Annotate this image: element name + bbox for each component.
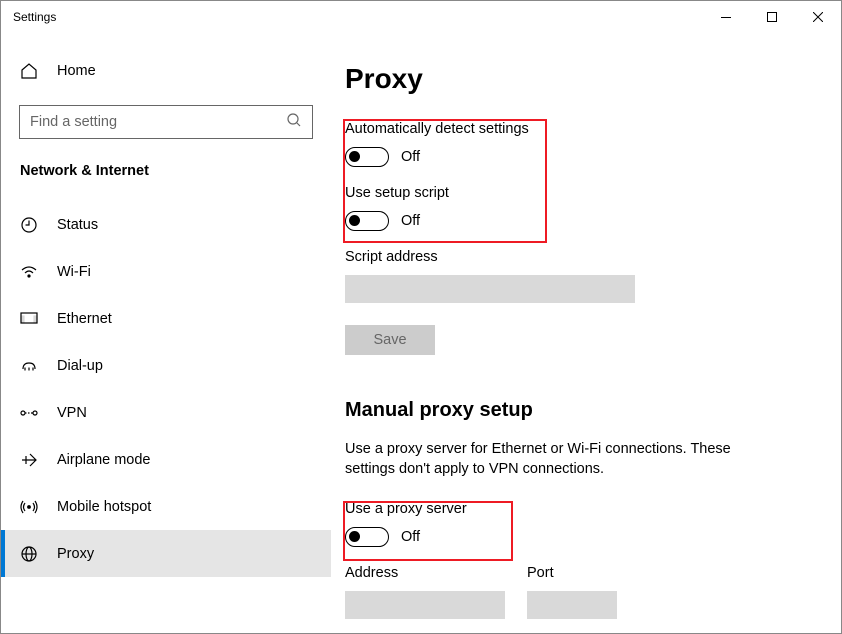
use-proxy-label: Use a proxy server <box>345 501 797 517</box>
setup-script-state: Off <box>401 213 420 229</box>
search-input[interactable] <box>30 114 286 130</box>
main-panel: Proxy Automatically detect settings Off … <box>331 33 841 633</box>
nav-item-proxy[interactable]: Proxy <box>1 530 331 577</box>
home-icon <box>19 61 39 81</box>
nav-label: Ethernet <box>57 311 112 327</box>
home-label: Home <box>57 63 96 79</box>
status-icon <box>19 215 39 235</box>
auto-detect-toggle[interactable] <box>345 147 389 167</box>
use-proxy-state: Off <box>401 529 420 545</box>
nav-list: Status Wi-Fi Ethernet Dial-up <box>1 201 331 577</box>
nav-item-airplane[interactable]: Airplane mode <box>1 436 331 483</box>
port-label: Port <box>527 565 617 581</box>
script-address-label: Script address <box>345 249 797 265</box>
auto-detect-label: Automatically detect settings <box>345 121 797 137</box>
proxy-address-input[interactable] <box>345 591 505 619</box>
nav-label: Dial-up <box>57 358 103 374</box>
auto-detect-state: Off <box>401 149 420 165</box>
nav-label: Status <box>57 217 98 233</box>
search-icon <box>286 112 302 133</box>
ethernet-icon <box>19 309 39 329</box>
setup-script-label: Use setup script <box>345 185 797 201</box>
home-link[interactable]: Home <box>19 51 313 91</box>
nav-label: Wi-Fi <box>57 264 91 280</box>
wifi-icon <box>19 262 39 282</box>
nav-item-vpn[interactable]: VPN <box>1 389 331 436</box>
sidebar: Home Network & Internet Status Wi-Fi <box>1 33 331 633</box>
search-box[interactable] <box>19 105 313 139</box>
nav-item-ethernet[interactable]: Ethernet <box>1 295 331 342</box>
titlebar: Settings <box>1 1 841 33</box>
setup-script-toggle[interactable] <box>345 211 389 231</box>
vpn-icon <box>19 403 39 423</box>
close-button[interactable] <box>795 1 841 33</box>
script-address-input[interactable] <box>345 275 635 303</box>
hotspot-icon <box>19 497 39 517</box>
use-proxy-toggle[interactable] <box>345 527 389 547</box>
window-title: Settings <box>13 10 56 24</box>
window-controls <box>703 1 841 33</box>
nav-item-status[interactable]: Status <box>1 201 331 248</box>
nav-label: Proxy <box>57 546 94 562</box>
address-label: Address <box>345 565 505 581</box>
section-title: Network & Internet <box>19 163 313 179</box>
manual-header: Manual proxy setup <box>345 399 797 422</box>
airplane-icon <box>19 450 39 470</box>
proxy-port-input[interactable] <box>527 591 617 619</box>
nav-label: Airplane mode <box>57 452 151 468</box>
maximize-button[interactable] <box>749 1 795 33</box>
minimize-button[interactable] <box>703 1 749 33</box>
nav-label: VPN <box>57 405 87 421</box>
dialup-icon <box>19 356 39 376</box>
proxy-icon <box>19 544 39 564</box>
nav-item-dialup[interactable]: Dial-up <box>1 342 331 389</box>
nav-item-wifi[interactable]: Wi-Fi <box>1 248 331 295</box>
nav-item-hotspot[interactable]: Mobile hotspot <box>1 483 331 530</box>
page-title: Proxy <box>345 63 797 95</box>
manual-description: Use a proxy server for Ethernet or Wi-Fi… <box>345 440 775 479</box>
nav-label: Mobile hotspot <box>57 499 151 515</box>
save-button[interactable]: Save <box>345 325 435 355</box>
